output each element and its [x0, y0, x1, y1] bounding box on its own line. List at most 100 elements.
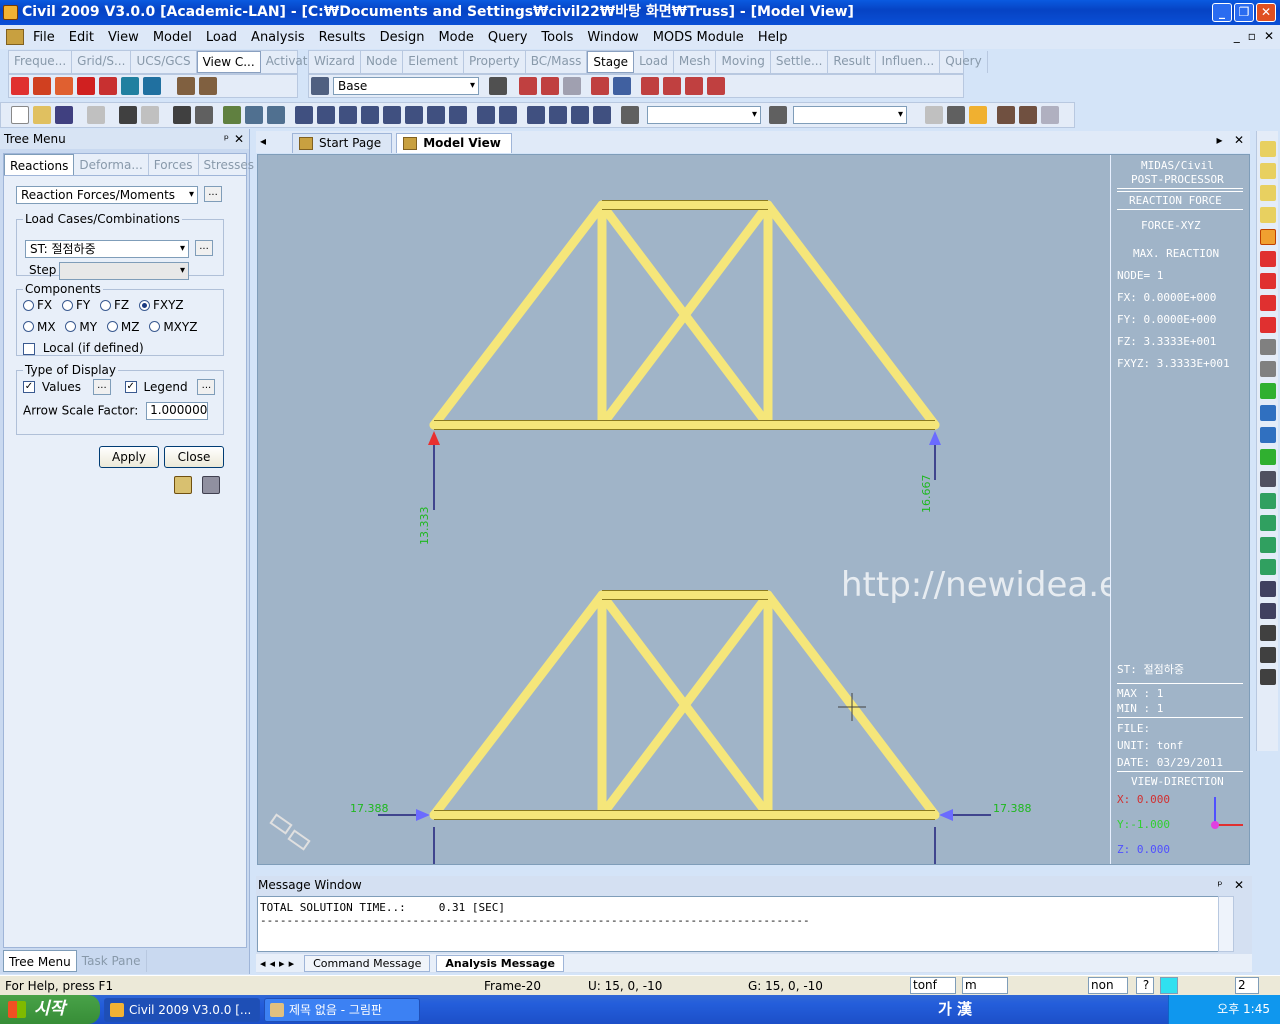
move-icon[interactable] — [1260, 647, 1276, 663]
support-icon[interactable] — [663, 77, 681, 95]
building-icon[interactable] — [641, 77, 659, 95]
result-type-combo[interactable]: Reaction Forces/Moments — [16, 186, 198, 204]
render-mode-icon[interactable] — [11, 77, 29, 95]
perspective-icon[interactable] — [33, 77, 51, 95]
legend-checkbox[interactable]: ✓ — [124, 381, 137, 393]
length-unit-select[interactable]: m — [962, 977, 1008, 994]
element-number-icon[interactable] — [199, 77, 217, 95]
delete-icon[interactable] — [87, 106, 105, 124]
stage-icon[interactable] — [311, 77, 329, 95]
tab-scroll-left-icon[interactable]: ◂ — [260, 134, 266, 148]
tab-start-page[interactable]: Start Page — [292, 133, 393, 153]
tab-grid[interactable]: Grid/S... — [72, 51, 132, 73]
open-file-icon[interactable] — [33, 106, 51, 124]
truss-top[interactable] — [429, 200, 940, 430]
tab-scroll-right-icon[interactable]: ▸ — [1216, 133, 1222, 147]
activate-icon[interactable] — [477, 106, 495, 124]
rotate-icon[interactable] — [593, 106, 611, 124]
radio-fz[interactable]: FZ — [100, 298, 129, 312]
pin-icon[interactable]: ᵖ — [224, 129, 229, 149]
tab-result[interactable]: Result — [828, 51, 877, 73]
folder-icon[interactable] — [174, 476, 192, 494]
select-volume-icon[interactable] — [405, 106, 423, 124]
zoom-fit-icon[interactable] — [1260, 141, 1276, 157]
zoom-out-icon[interactable] — [1260, 207, 1276, 223]
menu-file[interactable]: File — [26, 30, 62, 45]
display-option-icon[interactable] — [143, 77, 161, 95]
help-icon[interactable]: ? — [1136, 977, 1154, 994]
pin-icon[interactable]: ᵖ — [1217, 878, 1222, 892]
node-number-icon[interactable] — [177, 77, 195, 95]
task-civil[interactable]: Civil 2009 V3.0.0 [... — [104, 998, 260, 1022]
named-view-icon[interactable] — [621, 106, 639, 124]
radio-fy[interactable]: FY — [61, 298, 90, 312]
legend-more-button[interactable]: ... — [197, 379, 216, 395]
tab-tree-menu[interactable]: Tree Menu — [3, 950, 77, 972]
rotate-free-icon[interactable] — [1260, 559, 1276, 575]
mdi-minimize-button[interactable]: _ — [1234, 29, 1240, 43]
ime-indicator[interactable]: 가 漢 — [938, 995, 972, 1024]
tab-load[interactable]: Load — [634, 51, 674, 73]
menu-design[interactable]: Design — [373, 30, 432, 45]
zoom-all-icon[interactable] — [1260, 229, 1276, 245]
truss-icon[interactable] — [591, 77, 609, 95]
copy-icon[interactable] — [202, 476, 220, 494]
task-paint[interactable]: 제목 없음 - 그림판 — [264, 998, 420, 1022]
arrow-scale-input[interactable]: 1.000000 — [146, 402, 209, 420]
restore-button[interactable]: ❐ — [1234, 3, 1254, 22]
menu-mods-module[interactable]: MODS Module — [646, 30, 751, 45]
start-button[interactable]: 시작 — [0, 995, 100, 1024]
tab-command-message[interactable]: Command Message — [304, 954, 431, 972]
load-case-combo[interactable]: ST: 절점하중 — [25, 240, 189, 258]
values-more-button[interactable]: ... — [92, 379, 111, 395]
values-checkbox[interactable]: ✓ — [23, 381, 35, 393]
close-button[interactable]: Close — [164, 446, 224, 468]
select-plane-icon[interactable] — [383, 106, 401, 124]
menu-model[interactable]: Model — [146, 30, 199, 45]
new-file-icon[interactable] — [11, 106, 29, 124]
named-plane-icon[interactable] — [769, 106, 787, 124]
undo-icon[interactable] — [119, 106, 137, 124]
named-plane-combo[interactable] — [793, 106, 907, 124]
menu-help[interactable]: Help — [751, 30, 795, 45]
mdi-restore-button[interactable]: ▫ — [1248, 29, 1256, 43]
view-left-icon[interactable] — [1260, 427, 1276, 443]
menu-analysis[interactable]: Analysis — [244, 30, 312, 45]
menu-mode[interactable]: Mode — [431, 30, 480, 45]
view-top-icon[interactable] — [1260, 405, 1276, 421]
result-type-more-button[interactable]: ... — [204, 186, 222, 202]
stage-define-icon[interactable] — [489, 77, 507, 95]
local-checkbox[interactable] — [23, 342, 35, 355]
display-icon[interactable] — [121, 77, 139, 95]
model-viewport[interactable]: 13.333 16.667 17.388 17.388 http://newid… — [257, 154, 1250, 865]
tab-model-view[interactable]: Model View — [396, 133, 512, 153]
axis-icon[interactable] — [613, 77, 631, 95]
minimize-button[interactable]: _ — [1212, 3, 1232, 22]
tool-icon-2[interactable] — [1019, 106, 1037, 124]
view-right-icon[interactable] — [1260, 449, 1276, 465]
tree-icon[interactable] — [223, 106, 241, 124]
rotate-z-icon[interactable] — [1260, 537, 1276, 553]
stage-combo[interactable]: Base — [333, 77, 479, 95]
load-icon[interactable] — [519, 77, 537, 95]
magnify-icon[interactable] — [1260, 625, 1276, 641]
close-icon[interactable]: ✕ — [1234, 878, 1244, 892]
message-scrollbar[interactable] — [1218, 896, 1234, 952]
tab-task-pane[interactable]: Task Pane — [77, 950, 147, 972]
tab-forces[interactable]: Forces — [149, 154, 199, 175]
menu-load[interactable]: Load — [199, 30, 244, 45]
rotate-x-icon[interactable] — [1260, 493, 1276, 509]
inactivate-icon[interactable] — [499, 106, 517, 124]
table-icon[interactable] — [267, 106, 285, 124]
view-front-icon[interactable] — [1260, 383, 1276, 399]
zoom-window-icon[interactable] — [549, 106, 567, 124]
lock-active-icon[interactable] — [969, 106, 987, 124]
camera-icon[interactable] — [1260, 581, 1276, 597]
tab-frequency[interactable]: Freque... — [9, 51, 73, 73]
pan-icon[interactable] — [571, 106, 589, 124]
pan-left-icon[interactable] — [1260, 251, 1276, 267]
rotate-y-icon[interactable] — [1260, 515, 1276, 531]
tab-view-control[interactable]: View C... — [196, 51, 261, 73]
view-iso-icon[interactable] — [1260, 339, 1276, 355]
tab-element[interactable]: Element — [403, 51, 464, 73]
